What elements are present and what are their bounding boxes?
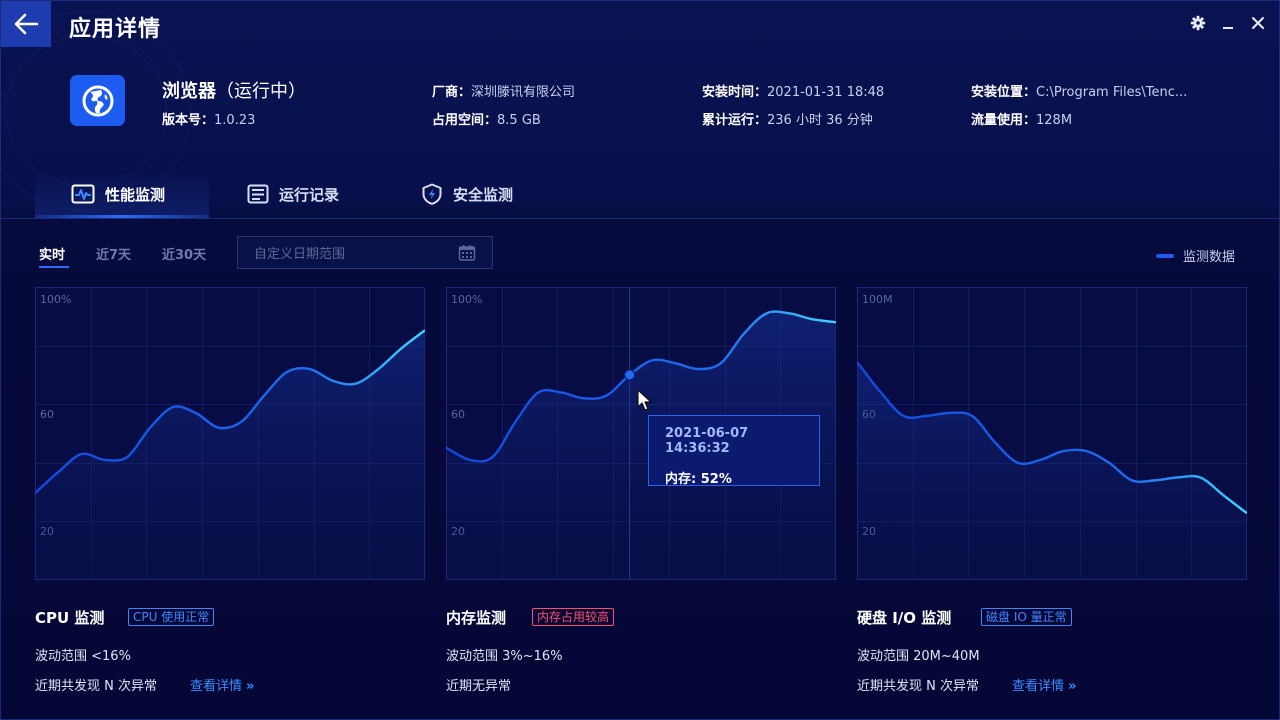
shield-icon: [422, 183, 442, 205]
chart-legend: 监测数据: [1156, 246, 1235, 265]
cpu-detail-link[interactable]: 查看详情 »: [190, 675, 255, 694]
vendor-value: 深圳滕讯有限公司: [471, 85, 576, 100]
space-value: 8.5 GB: [497, 113, 541, 128]
cpu-anomaly: 近期共发现 N 次异常: [35, 679, 157, 694]
tab-security[interactable]: 安全监测: [421, 171, 513, 217]
y-tick-label: 60: [40, 408, 54, 421]
log-icon: [247, 184, 269, 204]
chart-tooltip: 2021-06-07 14:36:32 内存: 52%: [648, 415, 820, 487]
app-icon: [70, 75, 125, 126]
calendar-icon[interactable]: [458, 244, 476, 262]
minimize-button[interactable]: [1218, 13, 1238, 33]
range-active-underline: [39, 266, 69, 268]
tooltip-time: 2021-06-07 14:36:32: [665, 426, 749, 456]
range-7-days[interactable]: 近7天: [96, 244, 131, 263]
tab-performance[interactable]: 性能监测: [71, 171, 165, 217]
install-time-label: 安装时间：: [702, 85, 768, 100]
double-chevron-right-icon: »: [246, 679, 255, 694]
hover-data-point[interactable]: [624, 369, 636, 381]
y-tick-label: 60: [451, 408, 465, 421]
vendor-label: 厂商：: [432, 85, 472, 100]
minimize-icon: [1223, 27, 1233, 29]
cpu-status-badge: CPU 使用正常: [128, 608, 215, 626]
runtime-info: 累计运行：236 小时 36 分钟: [702, 109, 873, 128]
double-chevron-right-icon: »: [1068, 679, 1077, 694]
app-state: （运行中）: [216, 81, 306, 102]
app-name: 浏览器（运行中）: [162, 77, 306, 103]
range-30-days[interactable]: 近30天: [162, 244, 206, 263]
disk-io-chart: 100M6020: [857, 287, 1247, 580]
back-button[interactable]: [1, 1, 51, 47]
install-path-value: C:\Program Files\Tenc...: [1036, 85, 1188, 100]
version-label: 版本号：: [162, 113, 215, 128]
legend-label: 监测数据: [1183, 250, 1236, 265]
disk-anomaly: 近期共发现 N 次异常: [857, 679, 979, 694]
cpu-stat-title: CPU 监测: [35, 609, 105, 627]
vendor-info: 厂商：深圳滕讯有限公司: [432, 81, 575, 100]
disk-status-badge: 磁盘 IO 量正常: [981, 608, 1072, 626]
disk-stat-title: 硬盘 I/O 监测: [857, 609, 952, 627]
close-button[interactable]: [1248, 13, 1268, 33]
range-realtime[interactable]: 实时: [39, 244, 65, 263]
app-detail-window: 应用详情 浏览器（运行中） 版本号：1.0.23 厂商：深圳滕讯有限公司 占用空…: [0, 0, 1280, 720]
date-range-input[interactable]: 自定义日期范围: [237, 236, 493, 269]
detail-link-label: 查看详情: [190, 679, 243, 694]
y-tick-label: 100M: [862, 293, 893, 306]
globe-icon: [82, 85, 113, 116]
space-info: 占用空间：8.5 GB: [432, 109, 541, 128]
install-path-info: 安装位置：C:\Program Files\Tenc...: [971, 81, 1187, 100]
runtime-label: 累计运行：: [702, 113, 768, 128]
memory-stat-title: 内存监测: [446, 609, 507, 627]
disk-detail-link[interactable]: 查看详情 »: [1012, 675, 1077, 694]
mouse-cursor-icon: [637, 389, 652, 411]
memory-anomaly: 近期无异常: [446, 679, 512, 694]
pulse-icon: [71, 184, 95, 204]
tab-label: 运行记录: [279, 185, 340, 204]
page-title: 应用详情: [69, 17, 162, 42]
traffic-label: 流量使用：: [971, 113, 1037, 128]
legend-swatch: [1156, 253, 1174, 258]
memory-range: 波动范围 3%~16%: [446, 649, 563, 664]
chart-svg: 100%6020: [35, 287, 425, 580]
install-path-label: 安装位置：: [971, 85, 1037, 100]
install-time-value: 2021-01-31 18:48: [767, 85, 885, 100]
disk-range: 波动范围 20M~40M: [857, 649, 980, 664]
cpu-range: 波动范围 <16%: [35, 649, 131, 664]
tab-label: 安全监测: [453, 185, 514, 204]
memory-status-badge: 内存占用较高: [532, 608, 615, 626]
close-icon: [1252, 17, 1264, 29]
tab-run-log[interactable]: 运行记录: [247, 171, 339, 217]
arrow-left-icon: [14, 13, 39, 35]
detail-link-label: 查看详情: [1012, 679, 1065, 694]
settings-button[interactable]: [1188, 13, 1208, 33]
app-name-text: 浏览器: [162, 81, 216, 102]
tab-label: 性能监测: [105, 185, 166, 204]
traffic-value: 128M: [1036, 113, 1073, 128]
tooltip-value: 内存: 52%: [665, 472, 732, 487]
y-tick-label: 100%: [40, 293, 71, 306]
y-tick-label: 100%: [451, 293, 482, 306]
version-value: 1.0.23: [214, 113, 256, 128]
cpu-chart: 100%6020: [35, 287, 425, 580]
traffic-info: 流量使用：128M: [971, 109, 1072, 128]
gear-icon: [1190, 15, 1206, 31]
date-range-placeholder: 自定义日期范围: [254, 247, 346, 262]
space-label: 占用空间：: [432, 113, 498, 128]
version-info: 版本号：1.0.23: [162, 109, 255, 128]
header-divider: [1, 218, 1280, 219]
chart-svg: 100M6020: [857, 287, 1247, 580]
install-time-info: 安装时间：2021-01-31 18:48: [702, 81, 884, 100]
runtime-value: 236 小时 36 分钟: [767, 113, 873, 128]
